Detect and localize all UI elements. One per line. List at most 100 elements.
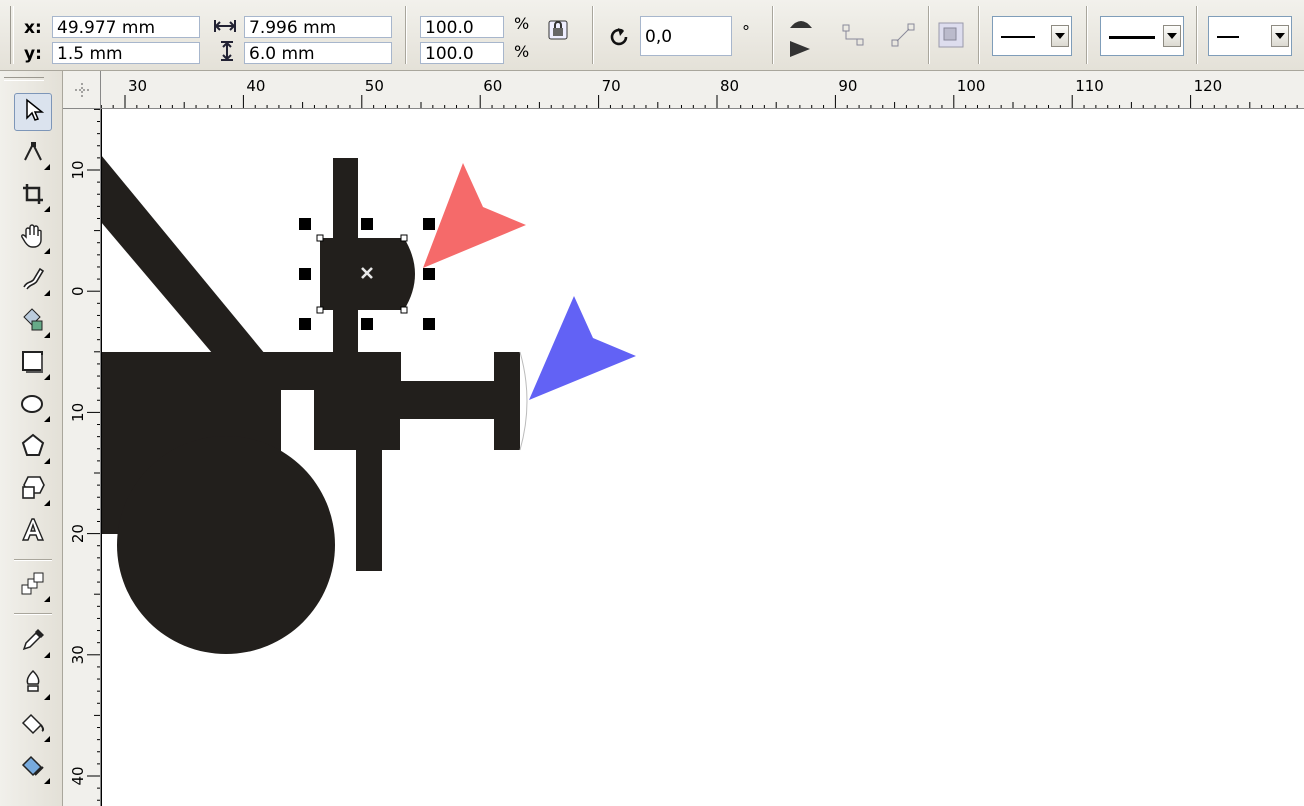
crop-icon [21,182,45,211]
ruler-label: 50 [365,77,384,95]
vertical-ruler[interactable]: 10 0 10 20 30 40 [63,109,101,806]
chevron-down-icon[interactable] [1271,25,1289,47]
blend-icon [20,571,46,602]
mirror-horizontal-icon [788,14,814,32]
handle-top-right[interactable] [423,218,435,230]
pan-tool[interactable] [14,219,52,257]
drawing-canvas[interactable] [101,109,1304,806]
rotate-icon [607,24,633,55]
outline-tool[interactable] [14,665,52,703]
shape-node-icon [21,140,45,169]
basic-shapes-tool[interactable] [14,471,52,509]
height-icon [219,40,235,67]
ruler-origin[interactable] [63,71,101,109]
ruler-label: 80 [720,77,739,95]
lock-ratio-button[interactable] [544,16,572,44]
eyedropper-icon [20,627,46,658]
rectangle-icon [20,349,46,380]
polygon-tool[interactable] [14,429,52,467]
property-bar: x: y: 49.977 mm 1.5 mm 7.996 mm 6.0 mm 1… [0,0,1304,71]
text-a-icon [20,517,46,548]
fill-tool[interactable] [14,707,52,745]
toolbox [0,71,63,806]
horizontal-ruler[interactable]: 30 40 50 60 70 80 90 100 110 120 [101,71,1304,109]
red-arrow[interactable] [423,163,526,268]
mirror-horizontal-button[interactable] [788,12,814,34]
eyedropper-tool[interactable] [14,623,52,661]
ellipse-icon [20,391,46,422]
ruler-label: 10 [69,160,87,179]
chevron-down-icon[interactable] [1163,25,1181,47]
handle-bottom-middle[interactable] [361,318,373,330]
scale-x-field[interactable]: 100.0 [420,16,504,38]
hand-icon [20,223,46,254]
ruler-label: 40 [246,77,265,95]
pencil-icon [20,265,46,296]
toolbar-grip[interactable] [10,6,14,64]
handle-top-left[interactable] [299,218,311,230]
basic-shapes-icon [20,475,46,506]
ruler-label: 110 [1075,77,1104,95]
rotation-field[interactable]: 0,0 [640,16,732,56]
handle-middle-right[interactable] [423,268,435,280]
y-position-field[interactable]: 1.5 mm [52,42,200,64]
shape-tool[interactable] [14,135,52,173]
lock-ratio-icon [547,19,569,41]
scale-y-field[interactable]: 100.0 [420,42,504,64]
freehand-tool[interactable] [14,261,52,299]
ruler-label: 100 [957,77,986,95]
ruler-label: 30 [69,645,87,664]
paint-bucket-icon [20,711,46,742]
handle-top-middle[interactable] [361,218,373,230]
width-icon [213,16,237,41]
smart-fill-tool[interactable] [14,303,52,341]
handle-bottom-right[interactable] [423,318,435,330]
page-border [101,109,102,806]
line-style-dropdown[interactable] [1100,16,1184,56]
ruler-label: 90 [838,77,857,95]
convert-line-button[interactable] [888,20,918,50]
node [316,306,324,314]
interactive-fill-tool[interactable] [14,749,52,787]
ruler-label: 10 [69,403,87,422]
polygon-icon [20,433,46,464]
handle-middle-left[interactable] [299,268,311,280]
ruler-label: 40 [69,766,87,785]
handle-bottom-left[interactable] [299,318,311,330]
ruler-label: 0 [69,286,87,296]
y-label: y: [24,44,42,64]
width-field[interactable]: 7.996 mm [244,16,392,38]
center-block [314,352,400,450]
lower-stem [356,450,382,571]
line-nodes-icon [890,22,916,48]
x-label: x: [24,18,42,38]
ruler-label: 20 [69,524,87,543]
rectangle-tool[interactable] [14,345,52,383]
crop-tool[interactable] [14,177,52,215]
chevron-down-icon[interactable] [1051,25,1069,47]
blue-arrow[interactable] [529,296,636,400]
wrap-text-button[interactable] [936,20,966,50]
mirror-vertical-button[interactable] [788,38,814,60]
pen-nib-icon [20,669,46,700]
wrap-text-icon [937,21,965,49]
line-preview [1001,36,1035,38]
ruler-label: 30 [128,77,147,95]
height-field[interactable]: 6.0 mm [244,42,392,64]
pick-tool[interactable] [14,93,52,131]
ellipse-tool[interactable] [14,387,52,425]
text-tool[interactable] [14,513,52,551]
percent-x-label: % [514,14,530,33]
x-position-field[interactable]: 49.977 mm [52,16,200,38]
to-curve-button[interactable] [838,20,868,50]
start-arrowhead-dropdown[interactable] [992,16,1072,56]
end-plate-outline [519,351,528,451]
mirror-vertical-icon [788,39,814,59]
blend-tool[interactable] [14,567,52,605]
ruler-label: 120 [1194,77,1223,95]
percent-y-label: % [514,42,530,61]
arrow-pointer-icon [21,97,45,127]
line-preview [1217,36,1239,38]
line-preview [1109,36,1155,39]
end-arrowhead-dropdown[interactable] [1208,16,1292,56]
